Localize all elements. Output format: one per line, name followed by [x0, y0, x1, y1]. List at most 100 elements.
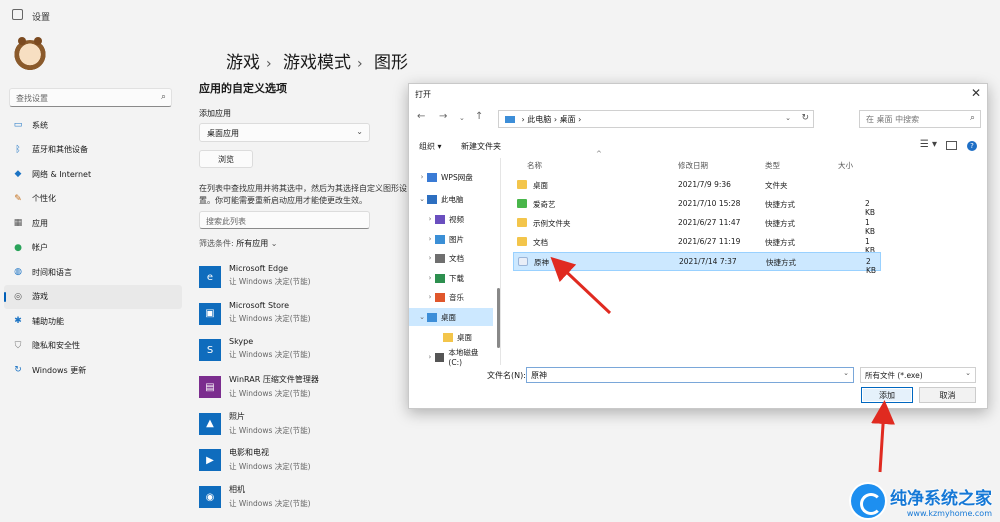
sidebar-item[interactable]: ▭ 系统: [4, 113, 182, 138]
tree-item[interactable]: › 文档: [409, 249, 493, 267]
folder-icon: [517, 180, 527, 189]
globe-icon: ◍: [14, 267, 22, 278]
app-list-item[interactable]: ▶ 电影和电视让 Windows 决定(节能): [199, 447, 399, 484]
chevron-right-icon: ›: [266, 56, 272, 72]
tree-item[interactable]: 桌面: [409, 328, 493, 346]
tree-item[interactable]: › 图片: [409, 230, 493, 248]
tree-item[interactable]: › WPS网盘: [409, 168, 493, 186]
filename-input[interactable]: 原神 ⌄: [526, 367, 854, 383]
sidebar-item[interactable]: ◍ 时间和语言: [4, 260, 182, 285]
up-arrow-icon[interactable]: ↑: [475, 111, 483, 122]
browse-button[interactable]: 浏览: [199, 150, 253, 168]
address-root[interactable]: 此电脑: [527, 115, 551, 124]
sidebar-nav: ▭ 系统 ᛒ 蓝牙和其他设备 ◆ 网络 & Internet ✎ 个性化 ▦ 应用 ● 帐户 ◍ 时间和语…: [4, 113, 182, 383]
file-type: 快捷方式: [765, 238, 795, 247]
chevron-down-icon[interactable]: ⌄: [785, 114, 791, 122]
chevron-right-icon[interactable]: ›: [425, 254, 435, 262]
cancel-button[interactable]: 取消: [919, 387, 976, 403]
chevron-right-icon[interactable]: ›: [417, 173, 427, 181]
file-row[interactable]: 爱奇艺 2021/7/10 15:28 快捷方式 2 KB: [513, 195, 881, 217]
back-arrow-icon[interactable]: ←: [417, 111, 425, 122]
tree-item[interactable]: › 本地磁盘 (C:): [409, 348, 493, 367]
refresh-icon[interactable]: ↻: [801, 113, 809, 123]
app-list-item[interactable]: S Skype 让 Windows 决定(节能): [199, 337, 399, 374]
file-modified: 2021/7/9 9:36: [678, 180, 731, 189]
sidebar-item-label: Windows 更新: [32, 365, 87, 375]
dialog-search-input[interactable]: 在 桌面 中搜索 ⌕: [859, 110, 981, 128]
person-icon: ●: [14, 242, 22, 253]
sidebar-item[interactable]: ▦ 应用: [4, 211, 182, 236]
sidebar-item[interactable]: ᛒ 蓝牙和其他设备: [4, 138, 182, 163]
chevron-right-icon[interactable]: ›: [425, 215, 435, 223]
chevron-right-icon[interactable]: ›: [425, 274, 435, 282]
new-folder-button[interactable]: 新建文件夹: [461, 141, 501, 152]
app-list-search-input[interactable]: 搜索此列表: [199, 211, 370, 229]
app-list-item[interactable]: e Microsoft Edge 让 Windows 决定(节能): [199, 264, 399, 301]
file-row[interactable]: 文档 2021/6/27 11:19 快捷方式 1 KB: [513, 233, 881, 255]
organize-menu[interactable]: 组织 ▾: [419, 141, 442, 152]
column-name[interactable]: 名称: [527, 160, 542, 171]
app-list-item[interactable]: ▲ 照片让 Windows 决定(节能): [199, 411, 399, 448]
tree-item[interactable]: › 视频: [409, 210, 493, 228]
app-list-item[interactable]: ◉ 相机让 Windows 决定(节能): [199, 484, 399, 521]
app-icon: ▲: [199, 412, 221, 435]
add-button[interactable]: 添加: [861, 387, 913, 403]
app-type-dropdown[interactable]: 桌面应用 ⌄: [199, 123, 370, 142]
history-chevron-icon[interactable]: ⌄: [459, 114, 465, 122]
chevron-down-icon[interactable]: ⌄: [417, 195, 427, 203]
tree-item[interactable]: ⌄ 桌面: [409, 308, 493, 326]
file-type: 快捷方式: [765, 219, 795, 228]
sidebar-item[interactable]: ↻ Windows 更新: [4, 358, 182, 383]
sidebar-item[interactable]: ⛉ 隐私和安全性: [4, 334, 182, 359]
breadcrumb-item-gaming[interactable]: 游戏: [226, 53, 260, 73]
file-row[interactable]: 桌面 2021/7/9 9:36 文件夹: [513, 176, 881, 195]
chevron-down-icon[interactable]: ⌄: [843, 369, 849, 377]
sidebar-item-label: 个性化: [32, 194, 56, 204]
chevron-down-icon: ⌄: [270, 239, 278, 248]
filter-control[interactable]: 筛选条件: 所有应用 ⌄: [199, 238, 278, 249]
app-name: Microsoft Edge: [229, 264, 289, 273]
column-type[interactable]: 类型: [765, 160, 780, 171]
filename-label: 文件名(N):: [487, 371, 526, 380]
address-bar[interactable]: › 此电脑 › 桌面 › ⌄ ↻: [498, 110, 814, 128]
tree-scrollbar[interactable]: [497, 288, 500, 348]
tree-item[interactable]: › 音乐: [409, 288, 493, 306]
sidebar-item[interactable]: ✎ 个性化: [4, 187, 182, 212]
shield-icon: ⛉: [14, 340, 22, 351]
sidebar-item[interactable]: ◆ 网络 & Internet: [4, 162, 182, 187]
search-icon: ⌕: [969, 113, 975, 123]
sidebar-item[interactable]: ◎ 游戏: [4, 284, 182, 309]
view-options-icon[interactable]: ☰ ▾: [920, 139, 937, 150]
tree-item-icon: [434, 352, 445, 362]
column-modified[interactable]: 修改日期: [678, 160, 708, 171]
column-size[interactable]: 大小: [838, 160, 853, 171]
breadcrumb-item-game-mode[interactable]: 游戏模式: [283, 53, 351, 73]
file-row[interactable]: 原神 2021/7/14 7:37 快捷方式 2 KB: [513, 252, 881, 275]
tree-item-icon: [435, 253, 445, 263]
preview-pane-icon[interactable]: [946, 141, 957, 150]
filetype-select[interactable]: 所有文件 (*.exe) ⌄: [860, 367, 976, 383]
tree-item[interactable]: › 下载: [409, 269, 493, 287]
chevron-right-icon[interactable]: ›: [425, 293, 435, 301]
file-name: 文档: [533, 238, 548, 247]
back-icon[interactable]: [12, 9, 23, 20]
address-current[interactable]: 桌面: [560, 115, 576, 124]
chevron-right-icon[interactable]: ›: [425, 235, 435, 243]
settings-search-input[interactable]: 查找设置 ⌕: [9, 88, 172, 107]
tree-item[interactable]: ⌄ 此电脑: [409, 190, 493, 208]
app-icon: ▣: [199, 302, 221, 325]
chevron-right-icon[interactable]: ›: [425, 353, 435, 361]
help-icon[interactable]: ?: [967, 141, 977, 151]
breadcrumb-item-graphics: 图形: [374, 53, 409, 73]
tree-item-icon: [427, 312, 437, 322]
avatar[interactable]: [12, 37, 48, 76]
forward-arrow-icon[interactable]: →: [439, 111, 447, 122]
app-list-item[interactable]: ▣ Microsoft Store 让 Windows 决定(节能): [199, 301, 399, 338]
file-row[interactable]: 示例文件夹 2021/6/27 11:47 快捷方式 1 KB: [513, 214, 881, 236]
sidebar-item[interactable]: ● 帐户: [4, 236, 182, 261]
chevron-down-icon[interactable]: ⌄: [417, 313, 427, 321]
sidebar-item[interactable]: ✱ 辅助功能: [4, 309, 182, 334]
close-icon[interactable]: ✕: [971, 86, 981, 100]
app-list-item[interactable]: ▤ WinRAR 压缩文件管理器让 Windows 决定(节能): [199, 374, 399, 411]
filter-label: 筛选条件:: [199, 239, 234, 248]
